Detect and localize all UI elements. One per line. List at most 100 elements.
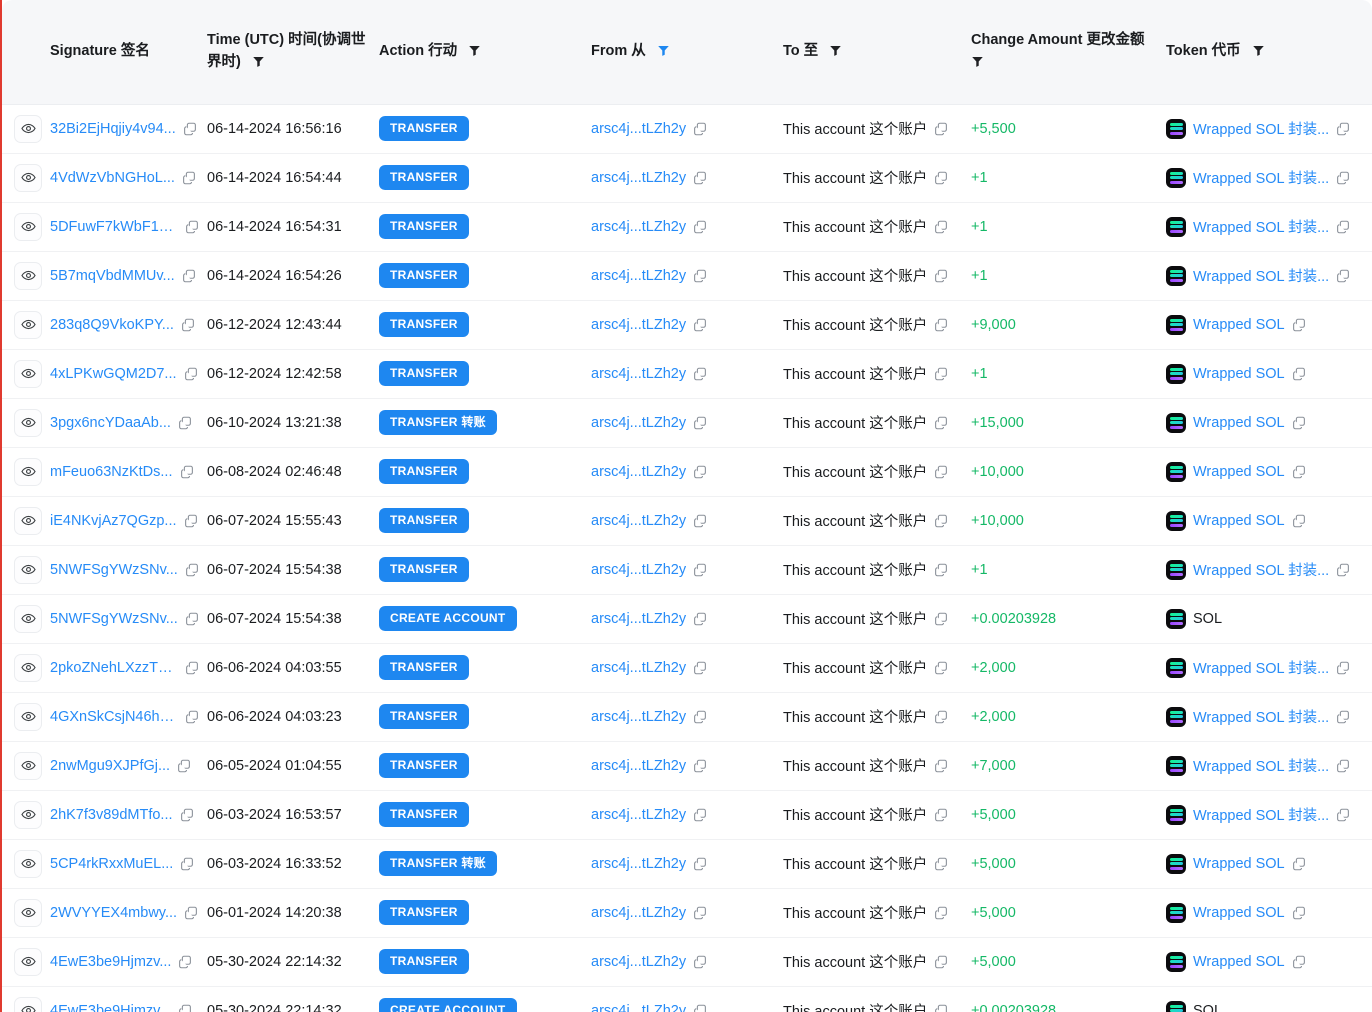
filter-icon-action[interactable] [468,44,481,57]
table-row[interactable]: 2WVYYEX4mbwy...06-01-2024 14:20:38TRANSF… [2,888,1372,937]
view-details-button[interactable] [14,213,42,241]
from-address-link[interactable]: arsc4j...tLZh2y [591,660,686,676]
view-details-button[interactable] [14,164,42,192]
from-address-link[interactable]: arsc4j...tLZh2y [591,121,686,137]
token-name[interactable]: Wrapped SOL 封装... [1193,118,1329,139]
from-address-link[interactable]: arsc4j...tLZh2y [591,1003,686,1012]
from-address-link[interactable]: arsc4j...tLZh2y [591,807,686,823]
copy-to-address-icon[interactable] [934,1004,948,1012]
table-row[interactable]: mFeuo63NzKtDs...06-08-2024 02:46:48TRANS… [2,447,1372,496]
signature-link[interactable]: 4xLPKwGQM2D7... [50,366,177,382]
copy-to-address-icon[interactable] [934,318,948,332]
signature-link[interactable]: 5NWFSgYWzSNv... [50,562,178,578]
signature-link[interactable]: 5B7mqVbdMMUv... [50,268,175,284]
copy-signature-icon[interactable] [185,661,199,675]
filter-icon-to[interactable] [829,44,842,57]
copy-to-address-icon[interactable] [934,906,948,920]
copy-from-address-icon[interactable] [693,416,707,430]
token-name[interactable]: Wrapped SOL [1193,366,1285,382]
copy-from-address-icon[interactable] [693,612,707,626]
copy-signature-icon[interactable] [180,808,194,822]
copy-to-address-icon[interactable] [934,416,948,430]
copy-token-icon[interactable] [1292,857,1306,871]
signature-link[interactable]: 4EwE3be9Hjmzv... [50,954,171,970]
from-address-link[interactable]: arsc4j...tLZh2y [591,464,686,480]
table-row[interactable]: 4GXnSkCsjN46h7...06-06-2024 04:03:23TRAN… [2,692,1372,741]
from-address-link[interactable]: arsc4j...tLZh2y [591,317,686,333]
token-name[interactable]: Wrapped SOL [1193,415,1285,431]
signature-link[interactable]: 4GXnSkCsjN46h7... [50,709,178,725]
filter-icon-change-amount[interactable] [971,55,984,68]
copy-token-icon[interactable] [1336,171,1350,185]
copy-signature-icon[interactable] [184,367,198,381]
copy-token-icon[interactable] [1292,318,1306,332]
view-details-button[interactable] [14,654,42,682]
from-address-link[interactable]: arsc4j...tLZh2y [591,709,686,725]
token-name[interactable]: Wrapped SOL 封装... [1193,706,1329,727]
from-address-link[interactable]: arsc4j...tLZh2y [591,758,686,774]
copy-signature-icon[interactable] [184,906,198,920]
copy-token-icon[interactable] [1336,759,1350,773]
from-address-link[interactable]: arsc4j...tLZh2y [591,611,686,627]
table-row[interactable]: 5CP4rkRxxMuEL...06-03-2024 16:33:52TRANS… [2,839,1372,888]
signature-link[interactable]: 5NWFSgYWzSNv... [50,611,178,627]
action-badge[interactable]: TRANSFER [379,655,469,680]
table-row[interactable]: 5NWFSgYWzSNv...06-07-2024 15:54:38TRANSF… [2,545,1372,594]
action-badge[interactable]: TRANSFER [379,508,469,533]
copy-signature-icon[interactable] [183,122,197,136]
token-name[interactable]: Wrapped SOL 封装... [1193,804,1329,825]
copy-from-address-icon[interactable] [693,367,707,381]
view-details-button[interactable] [14,997,42,1012]
view-details-button[interactable] [14,115,42,143]
view-details-button[interactable] [14,801,42,829]
copy-token-icon[interactable] [1336,563,1350,577]
action-badge[interactable]: CREATE ACCOUNT [379,606,517,631]
view-details-button[interactable] [14,409,42,437]
signature-link[interactable]: 3pgx6ncYDaaAb... [50,415,171,431]
action-badge[interactable]: TRANSFER [379,949,469,974]
copy-token-icon[interactable] [1336,710,1350,724]
view-details-button[interactable] [14,605,42,633]
from-address-link[interactable]: arsc4j...tLZh2y [591,366,686,382]
signature-link[interactable]: 5CP4rkRxxMuEL... [50,856,173,872]
from-address-link[interactable]: arsc4j...tLZh2y [591,954,686,970]
copy-from-address-icon[interactable] [693,710,707,724]
copy-to-address-icon[interactable] [934,857,948,871]
copy-signature-icon[interactable] [185,220,199,234]
action-badge[interactable]: TRANSFER [379,704,469,729]
filter-icon-from[interactable] [657,44,670,57]
copy-to-address-icon[interactable] [934,122,948,136]
copy-token-icon[interactable] [1292,514,1306,528]
copy-token-icon[interactable] [1336,220,1350,234]
table-row[interactable]: 4EwE3be9Hjmzv...05-30-2024 22:14:32CREAT… [2,986,1372,1012]
signature-link[interactable]: 32Bi2EjHqjiy4v94... [50,121,176,137]
table-row[interactable]: 283q8Q9VkoKPY...06-12-2024 12:43:44TRANS… [2,300,1372,349]
token-name[interactable]: Wrapped SOL [1193,464,1285,480]
action-badge[interactable]: TRANSFER [379,802,469,827]
copy-signature-icon[interactable] [182,269,196,283]
view-details-button[interactable] [14,507,42,535]
copy-to-address-icon[interactable] [934,955,948,969]
copy-token-icon[interactable] [1292,416,1306,430]
copy-from-address-icon[interactable] [693,465,707,479]
copy-to-address-icon[interactable] [934,514,948,528]
table-row[interactable]: 5B7mqVbdMMUv...06-14-2024 16:54:26TRANSF… [2,251,1372,300]
copy-token-icon[interactable] [1292,367,1306,381]
table-row[interactable]: 4xLPKwGQM2D7...06-12-2024 12:42:58TRANSF… [2,349,1372,398]
table-row[interactable]: 4VdWzVbNGHoL...06-14-2024 16:54:44TRANSF… [2,153,1372,202]
view-details-button[interactable] [14,752,42,780]
copy-token-icon[interactable] [1336,122,1350,136]
copy-from-address-icon[interactable] [693,808,707,822]
filter-icon-time[interactable] [252,55,265,68]
copy-from-address-icon[interactable] [693,514,707,528]
from-address-link[interactable]: arsc4j...tLZh2y [591,562,686,578]
action-badge[interactable]: CREATE ACCOUNT [379,998,517,1012]
token-name[interactable]: Wrapped SOL 封装... [1193,657,1329,678]
from-address-link[interactable]: arsc4j...tLZh2y [591,170,686,186]
action-badge[interactable]: TRANSFER [379,753,469,778]
copy-to-address-icon[interactable] [934,612,948,626]
view-details-button[interactable] [14,948,42,976]
copy-token-icon[interactable] [1292,906,1306,920]
signature-link[interactable]: 4EwE3be9Hjmzv... [50,1003,171,1012]
token-name[interactable]: Wrapped SOL [1193,513,1285,529]
